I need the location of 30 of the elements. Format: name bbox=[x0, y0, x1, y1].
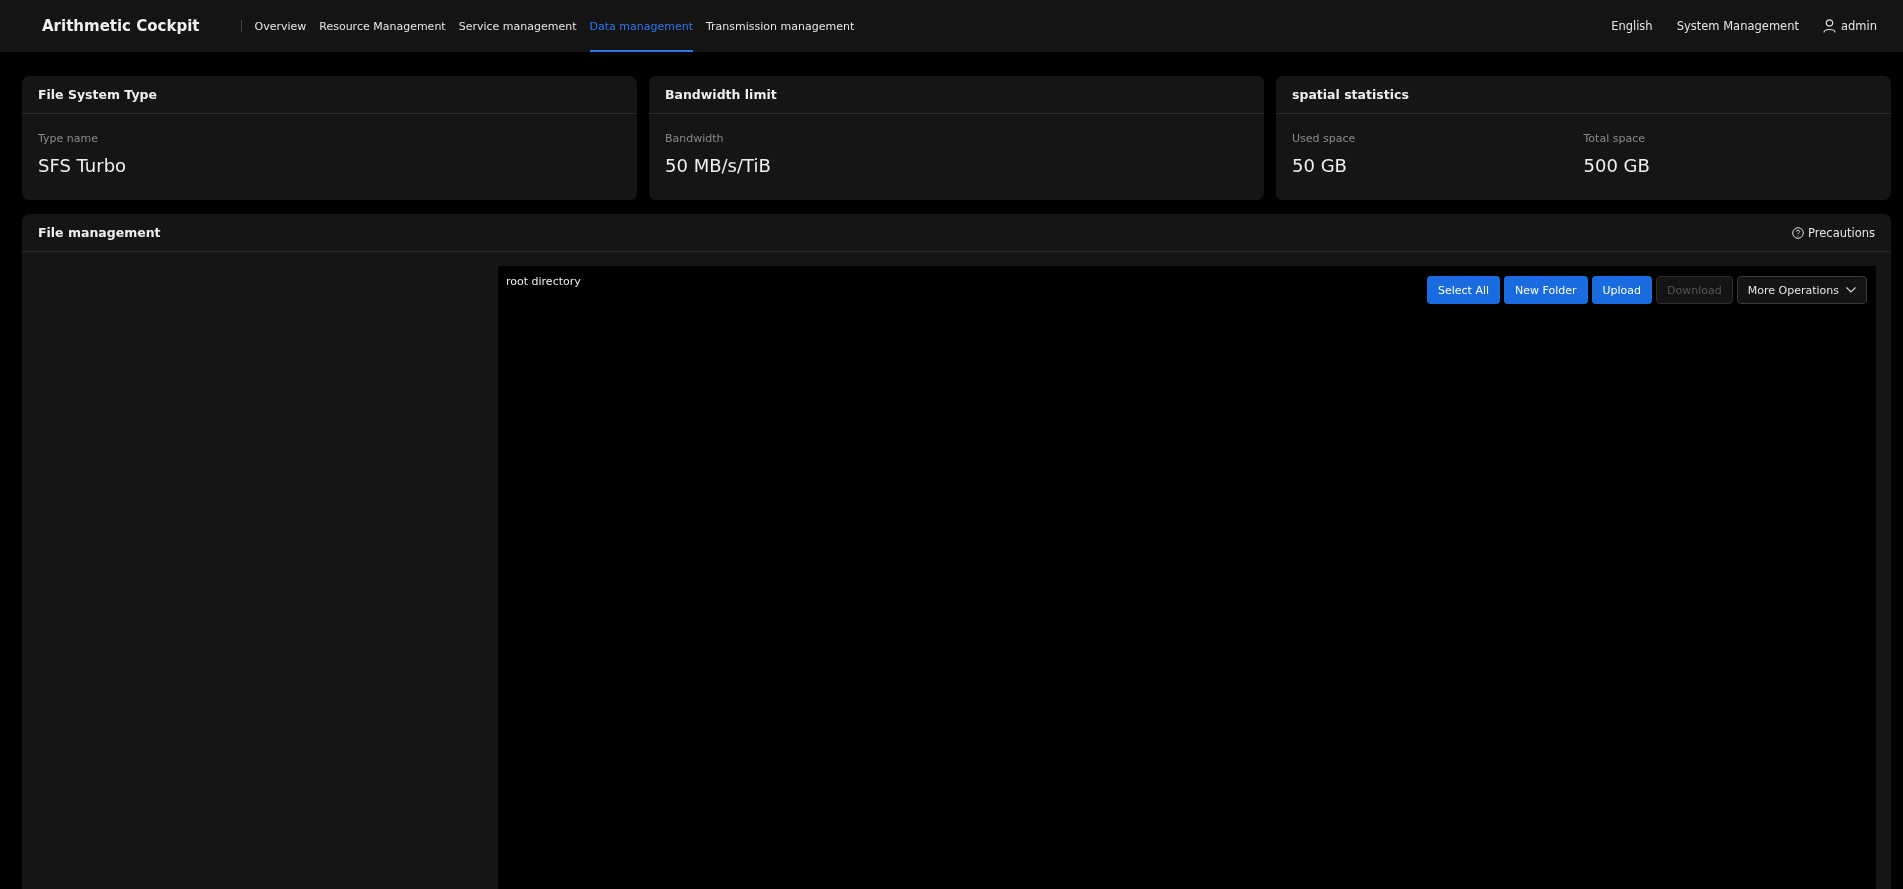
toolbar-button[interactable]: New Folder bbox=[1504, 276, 1588, 304]
chevron-down-icon bbox=[1846, 287, 1856, 293]
language-link[interactable]: English bbox=[1611, 19, 1653, 33]
app-title: Arithmetic Cockpit bbox=[42, 17, 200, 35]
stat-label: Used space bbox=[1292, 132, 1357, 145]
toolbar-button[interactable]: Select All bbox=[1426, 276, 1501, 304]
stat-value: SFS Turbo bbox=[38, 155, 128, 176]
stat-value: 50 GB bbox=[1292, 155, 1348, 176]
card-title: spatial statistics bbox=[1292, 87, 1409, 102]
help-icon bbox=[1792, 226, 1805, 239]
user-icon bbox=[1822, 19, 1836, 33]
nav-tab[interactable]: Data management bbox=[589, 0, 693, 52]
current-path: root directory bbox=[506, 275, 581, 288]
stat-label: Total space bbox=[1583, 132, 1646, 145]
panel-title: File management bbox=[38, 225, 161, 240]
nav-tab[interactable]: Transmission management bbox=[705, 0, 855, 52]
card-title: File System Type bbox=[38, 87, 157, 102]
toolbar-button[interactable]: Upload bbox=[1591, 276, 1653, 304]
nav-tab[interactable]: Resource Management bbox=[319, 0, 446, 52]
stat-value: 50 MB/s/TiB bbox=[665, 155, 772, 176]
stat-value: 500 GB bbox=[1583, 155, 1651, 176]
toolbar-button[interactable]: More Operations bbox=[1736, 276, 1867, 304]
card-title: Bandwidth limit bbox=[665, 87, 777, 102]
precautions-link[interactable]: Precautions bbox=[1792, 225, 1875, 240]
nav-tab[interactable]: Service management bbox=[458, 0, 577, 52]
stat-label: Bandwidth bbox=[665, 132, 725, 145]
user-menu[interactable]: admin bbox=[1822, 19, 1877, 33]
nav-tab[interactable]: Overview bbox=[254, 0, 307, 52]
system-management-link[interactable]: System Management bbox=[1676, 19, 1799, 33]
stat-label: Type name bbox=[38, 132, 99, 145]
